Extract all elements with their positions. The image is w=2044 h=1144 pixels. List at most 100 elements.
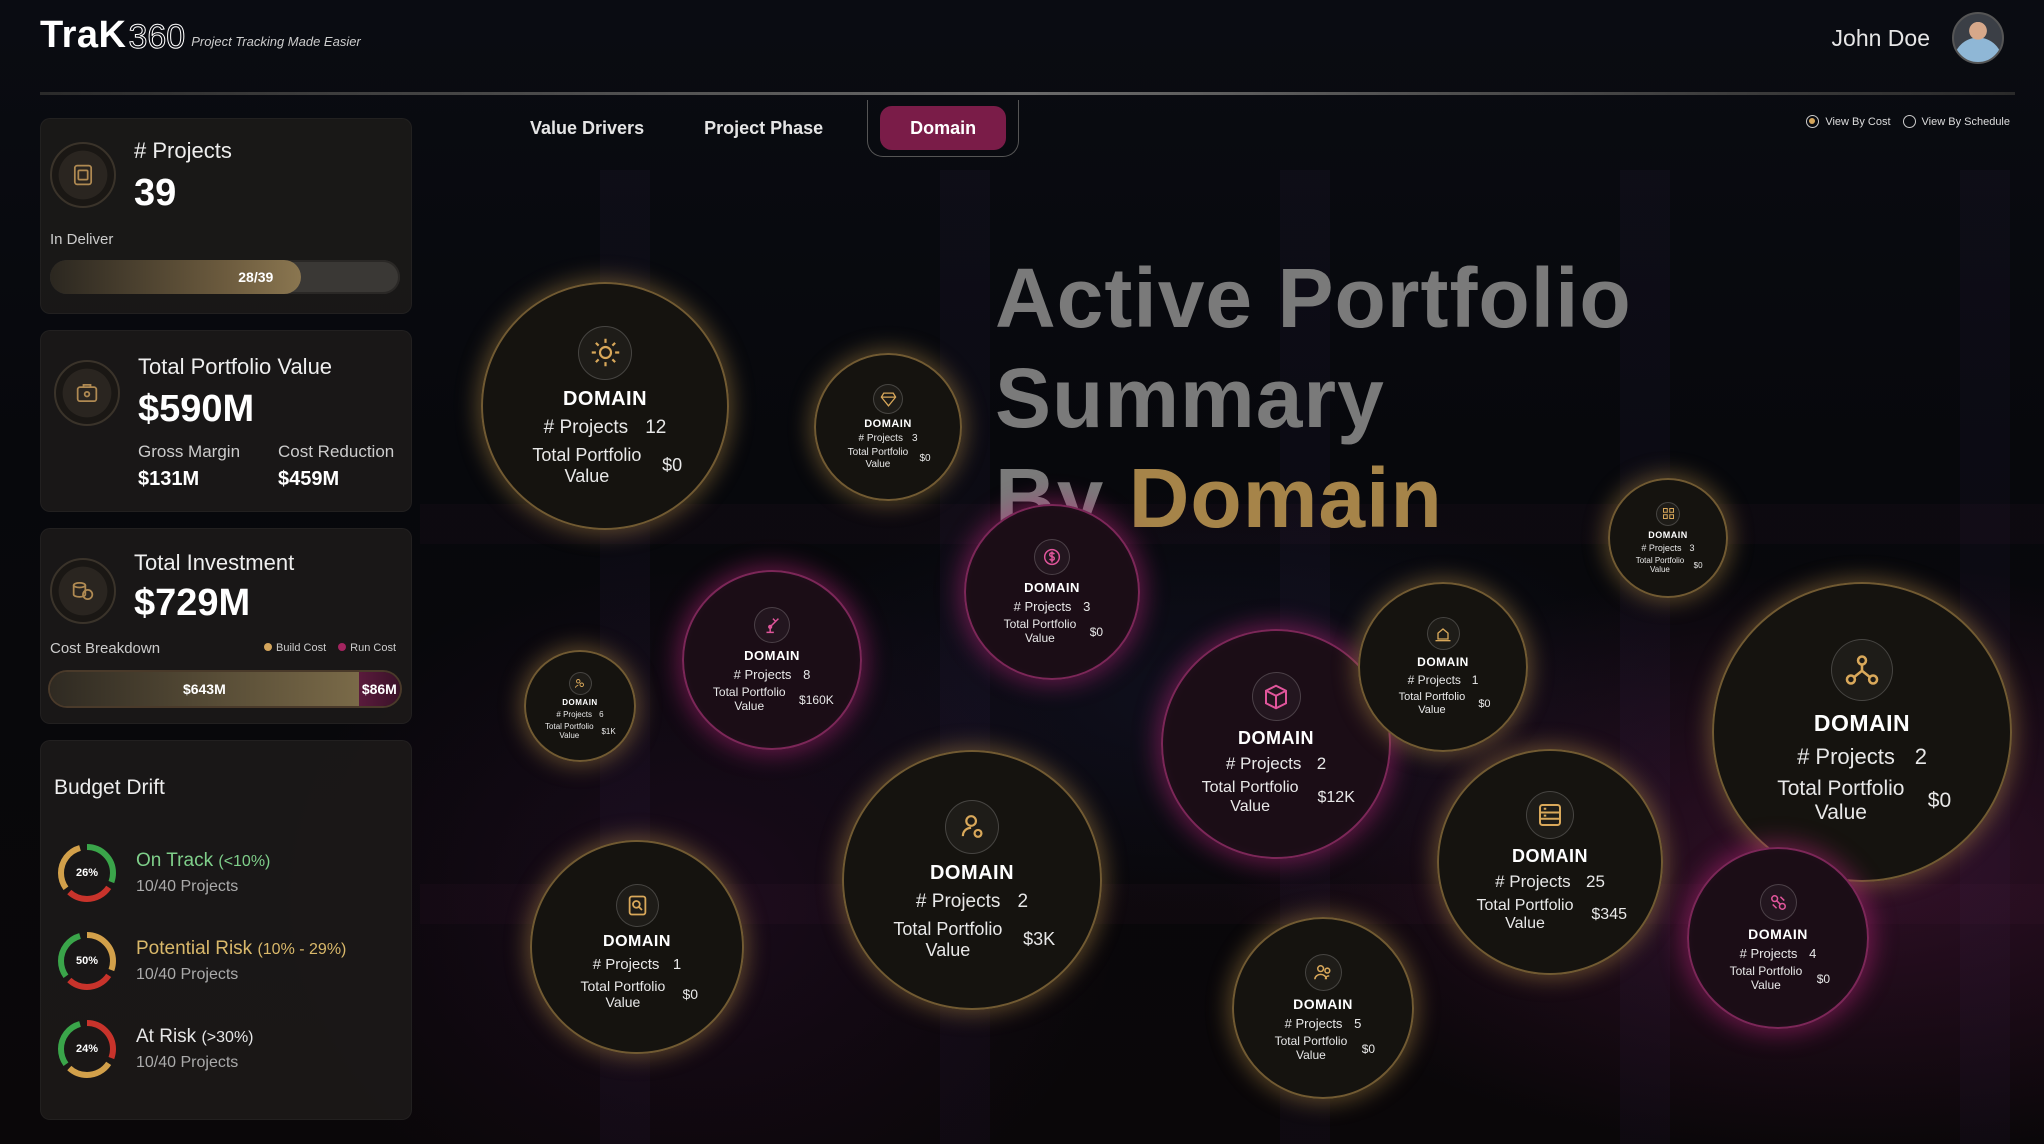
bubble-value-label: Total Portfolio Value: [893, 918, 1003, 960]
legend-run: Run Cost: [338, 642, 396, 654]
bubble-projects-label: # Projects: [1013, 598, 1072, 614]
portfolio-value-card: Total Portfolio Value $590M Gross Margin…: [40, 330, 412, 512]
investment-label: Total Investment: [134, 550, 295, 575]
bubble-value-label: Total Portfolio Value: [1476, 896, 1574, 932]
view-by-cost-label: View By Cost: [1825, 115, 1891, 128]
drift-percent: 24%: [75, 1043, 99, 1055]
run-cost-value: $86M: [361, 681, 397, 697]
bubble-value-row: Total Portfolio Value $0: [576, 978, 698, 1010]
run-cost-segment: $86M: [358, 672, 400, 706]
projects-value: 39: [134, 172, 177, 214]
domain-bubble[interactable]: DOMAIN # Projects 3 Total Portfolio Valu…: [964, 504, 1140, 680]
tab-domain[interactable]: Domain: [880, 105, 1007, 150]
bubble-value-label: Total Portfolio Value: [580, 977, 666, 1010]
budget-drift-row[interactable]: 24% At Risk (>30%) 10/40 Projects: [54, 1016, 254, 1082]
bubble-value-label: Total Portfolio Value: [1201, 779, 1299, 815]
user-menu[interactable]: John Doe: [1832, 12, 2004, 64]
bubble-value-row: Total Portfolio Value $0: [1001, 617, 1104, 646]
domain-bubble[interactable]: DOMAIN # Projects 8 Total Portfolio Valu…: [682, 570, 862, 750]
bubble-value-row: Total Portfolio Value $3K: [889, 919, 1055, 960]
headline-domain: Domain: [1128, 451, 1443, 545]
gross-margin-value: $131M: [138, 468, 200, 490]
bubble-projects-row: # Projects 1: [593, 956, 682, 973]
domain-bubble[interactable]: DOMAIN # Projects 2 Total Portfolio Valu…: [1161, 629, 1391, 859]
domain-bubble[interactable]: DOMAIN # Projects 2 Total Portfolio Valu…: [1712, 582, 2012, 882]
avatar[interactable]: [1952, 12, 2004, 64]
build-cost-segment: $643M: [50, 672, 359, 706]
bubble-value-row: Total Portfolio Value $160K: [710, 684, 834, 714]
bubble-value-row: Total Portfolio Value $0: [845, 447, 931, 470]
budget-drift-row[interactable]: 26% On Track (<10%) 10/40 Projects: [54, 840, 270, 906]
bubble-title: DOMAIN: [1024, 579, 1080, 595]
bubble-value-label: Total Portfolio Value: [712, 684, 786, 713]
portfolio-value: $590M: [138, 388, 255, 430]
domain-bubble[interactable]: DOMAIN # Projects 1 Total Portfolio Valu…: [530, 840, 744, 1054]
bubble-value-amount: $1K: [601, 726, 616, 736]
bubble-value-amount: $160K: [799, 692, 834, 707]
bubble-projects-row: # Projects 3: [1641, 543, 1694, 553]
bubble-projects-value: 4: [1809, 945, 1817, 961]
bubble-value-amount: $12K: [1317, 788, 1355, 806]
drift-sub: 10/40 Projects: [136, 1054, 239, 1071]
domain-bubble[interactable]: DOMAIN # Projects 2 Total Portfolio Valu…: [842, 750, 1102, 1010]
bubble-value-row: Total Portfolio Value $0: [1726, 963, 1831, 993]
drift-range: (>30%): [201, 1029, 254, 1046]
tab-value-drivers[interactable]: Value Drivers: [500, 106, 674, 150]
domain-bubble[interactable]: DOMAIN # Projects 4 Total Portfolio Valu…: [1687, 847, 1869, 1029]
drift-title-text: At Risk: [136, 1026, 197, 1047]
domain-bubble[interactable]: DOMAIN # Projects 6 Total Portfolio Valu…: [524, 650, 636, 762]
gear-icon: [578, 325, 632, 380]
brand-logo: TraK 360 Project Tracking Made Easier: [40, 14, 361, 57]
bubble-projects-row: # Projects 4: [1740, 946, 1817, 961]
deliver-progress-label: 28/39: [238, 269, 274, 285]
bubble-value-row: Total Portfolio Value $12K: [1197, 779, 1355, 816]
bubble-title: DOMAIN: [929, 861, 1015, 884]
domain-bubble[interactable]: DOMAIN # Projects 3 Total Portfolio Valu…: [814, 353, 962, 501]
budget-drift-row[interactable]: 50% Potential Risk (10% - 29%) 10/40 Pro…: [54, 928, 346, 994]
portfolio-label: Total Portfolio Value: [138, 354, 333, 379]
bubble-value-amount: $0: [1927, 789, 1952, 812]
bubble-value-label: Total Portfolio Value: [1777, 776, 1905, 824]
headline-line-2: By Domain: [995, 448, 2044, 548]
bubble-value-amount: $0: [1361, 1041, 1376, 1056]
bubble-projects-row: # Projects 25: [1495, 872, 1605, 892]
drift-title: Potential Risk (10% - 29%): [136, 938, 346, 960]
drift-sub: 10/40 Projects: [136, 878, 239, 895]
bubble-projects-value: 1: [1471, 673, 1479, 688]
bubble-projects-label: # Projects: [1641, 542, 1682, 553]
bubble-value-label: Total Portfolio Value: [1729, 963, 1803, 992]
radio-unselected-icon: [1902, 115, 1916, 128]
bubble-title: DOMAIN: [1813, 709, 1911, 736]
domain-bubble[interactable]: DOMAIN # Projects 5 Total Portfolio Valu…: [1232, 917, 1414, 1099]
bubble-value-amount: $0: [1816, 971, 1831, 986]
gross-margin-label: Gross Margin: [138, 442, 241, 461]
domain-bubble[interactable]: DOMAIN # Projects 12 Total Portfolio Val…: [481, 282, 729, 530]
bubble-projects-row: # Projects 12: [544, 417, 667, 439]
portfolio-icon: [54, 360, 120, 426]
team-icon: [1304, 953, 1342, 991]
view-by-schedule-radio[interactable]: View By Schedule: [1902, 115, 2010, 128]
bubble-projects-value: 6: [599, 709, 604, 719]
diamond-icon: [873, 384, 903, 414]
drift-donut-icon: 26%: [54, 840, 120, 906]
tab-project-phase[interactable]: Project Phase: [674, 106, 853, 150]
bubble-title: DOMAIN: [1648, 529, 1688, 540]
bubble-projects-row: # Projects 1: [1408, 673, 1479, 687]
bubble-title: DOMAIN: [864, 418, 912, 430]
bubble-projects-row: # Projects 6: [556, 710, 603, 719]
investment-value: $729M: [134, 582, 251, 624]
view-by-cost-radio[interactable]: View By Cost: [1806, 115, 1891, 128]
bubble-value-amount: $0: [919, 453, 931, 464]
server-icon: [1526, 790, 1574, 839]
domain-bubble[interactable]: DOMAIN # Projects 1 Total Portfolio Valu…: [1358, 582, 1528, 752]
drift-sub: 10/40 Projects: [136, 966, 239, 983]
bubble-title: DOMAIN: [1417, 655, 1469, 670]
headline-line-1: Active Portfolio Summary: [995, 251, 1632, 445]
budget-drift-card: Budget Drift 26% On Track (<10%) 10/40 P…: [40, 740, 412, 1120]
bubble-projects-value: 12: [645, 416, 667, 438]
robot-arm-icon: [754, 606, 790, 643]
domain-bubble[interactable]: DOMAIN # Projects 25 Total Portfolio Val…: [1437, 749, 1663, 975]
domain-bubble[interactable]: DOMAIN # Projects 3 Total Portfolio Valu…: [1608, 478, 1728, 598]
bubble-value-amount: $345: [1591, 906, 1627, 923]
bubble-projects-value: 3: [1083, 598, 1091, 614]
